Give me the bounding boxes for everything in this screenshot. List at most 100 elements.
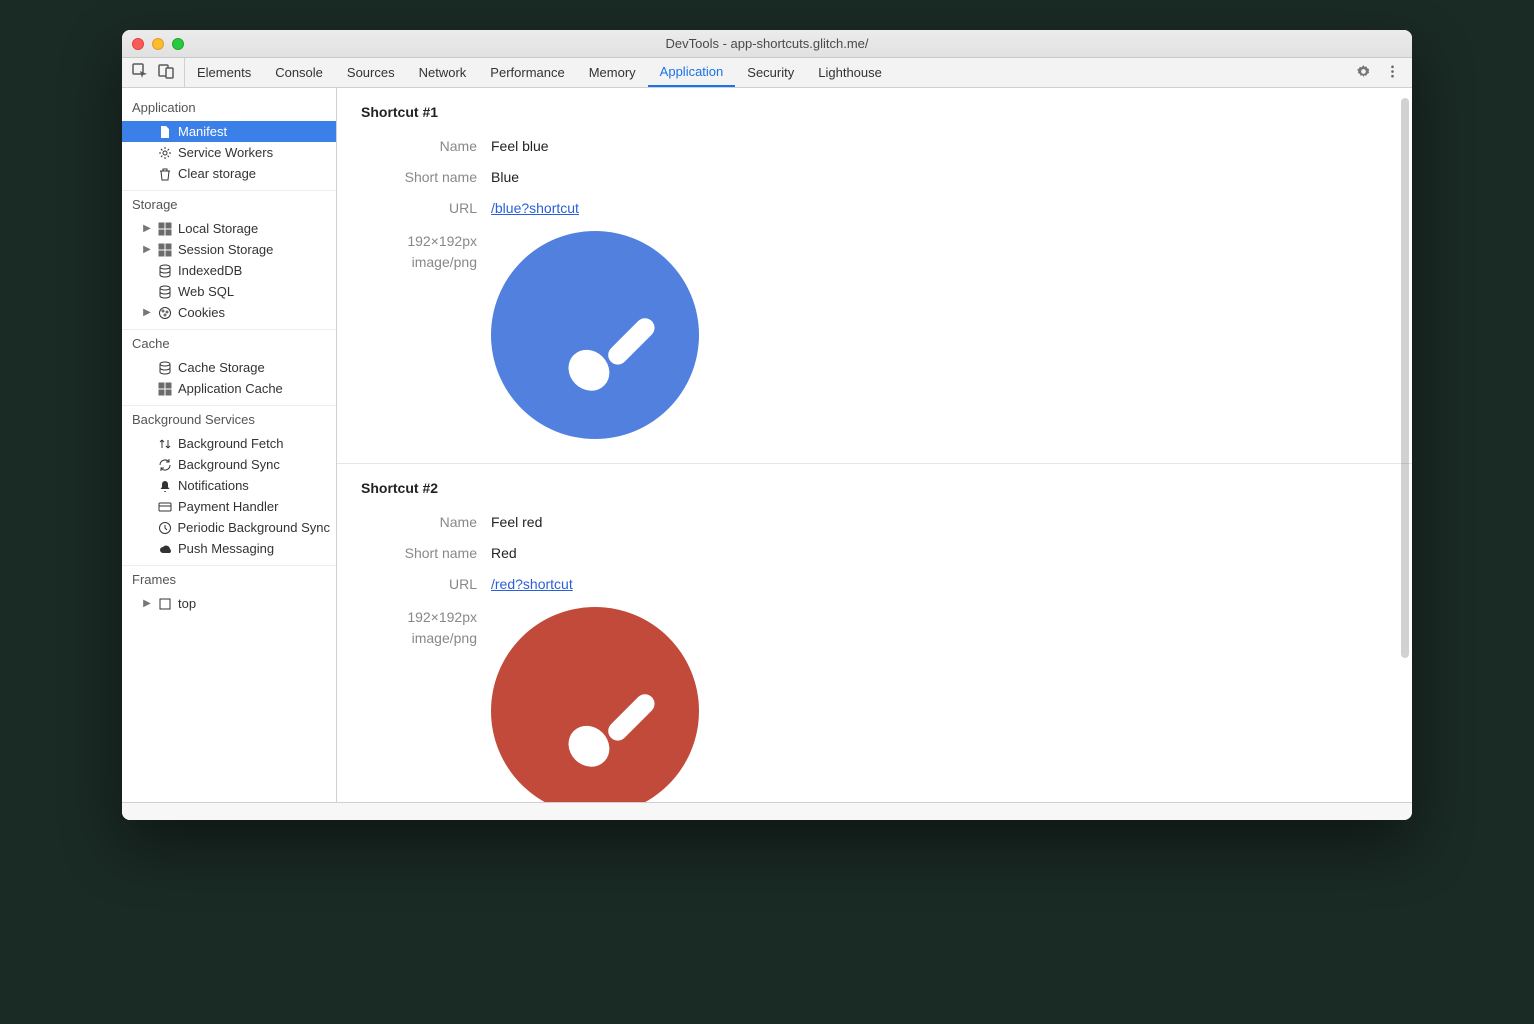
trash-icon [158,167,172,181]
sidebar-item-payment-handler[interactable]: Payment Handler [122,496,336,517]
sidebar-item-clear-storage[interactable]: Clear storage [122,163,336,184]
sidebar-item-label: Web SQL [178,284,234,299]
sidebar-item-session-storage[interactable]: ▶ Session Storage [122,239,336,260]
sidebar-item-top[interactable]: ▶ top [122,593,336,614]
sidebar-item-label: top [178,596,196,611]
icon-size: 192×192px [361,607,477,628]
status-bar [122,802,1412,820]
sidebar-group-application: Application [122,94,336,121]
expand-caret-icon[interactable]: ▶ [142,244,152,255]
sidebar-item-periodic-background-sync[interactable]: Periodic Background Sync [122,517,336,538]
main-toolbar: ElementsConsoleSourcesNetworkPerformance… [122,58,1412,88]
tab-network[interactable]: Network [407,58,479,87]
file-icon [158,125,172,139]
field-label: Name [361,514,491,530]
shortcut-icon-preview [491,231,699,439]
inspect-element-icon[interactable] [132,63,148,82]
sidebar-item-notifications[interactable]: Notifications [122,475,336,496]
tab-application[interactable]: Application [648,58,736,87]
sidebar-item-label: Session Storage [178,242,273,257]
close-window-button[interactable] [132,38,144,50]
expand-caret-icon[interactable]: ▶ [142,598,152,609]
sidebar-item-label: Local Storage [178,221,258,236]
sidebar-item-label: Clear storage [178,166,256,181]
tab-lighthouse[interactable]: Lighthouse [806,58,894,87]
icon-size: 192×192px [361,231,477,252]
sidebar-item-background-fetch[interactable]: Background Fetch [122,433,336,454]
cloud-icon [158,542,172,556]
more-menu-icon[interactable] [1385,64,1400,82]
sync-icon [158,458,172,472]
expand-caret-icon[interactable]: ▶ [142,307,152,318]
manifest-pane: Shortcut #1 NameFeel blue Short nameBlue… [337,88,1412,802]
device-toolbar-icon[interactable] [158,63,174,82]
shortcut-short-name: Red [491,545,517,561]
shortcut-icon-preview [491,607,699,802]
card-icon [158,500,172,514]
window-title: DevTools - app-shortcuts.glitch.me/ [122,36,1412,51]
sidebar-item-label: IndexedDB [178,263,242,278]
sidebar-item-label: Periodic Background Sync [178,520,330,535]
grid-icon [158,222,172,236]
db-icon [158,264,172,278]
tab-security[interactable]: Security [735,58,806,87]
expand-caret-icon[interactable]: ▶ [142,223,152,234]
sidebar-item-local-storage[interactable]: ▶ Local Storage [122,218,336,239]
field-label: URL [361,576,491,592]
field-label: URL [361,200,491,216]
shortcut-heading: Shortcut #1 [361,104,1388,120]
clock-icon [158,521,172,535]
application-sidebar: ApplicationManifestService Workers Clear … [122,88,337,802]
sidebar-item-label: Push Messaging [178,541,274,556]
settings-icon[interactable] [1356,64,1371,82]
sidebar-item-application-cache[interactable]: Application Cache [122,378,336,399]
sidebar-item-service-workers[interactable]: Service Workers [122,142,336,163]
minimize-window-button[interactable] [152,38,164,50]
grid-icon [158,382,172,396]
grid-icon [158,243,172,257]
db-icon [158,285,172,299]
shortcut-block-2: Shortcut #2 NameFeel red Short nameRed U… [337,464,1412,802]
shortcut-heading: Shortcut #2 [361,480,1388,496]
sidebar-item-label: Notifications [178,478,249,493]
sidebar-group-frames: Frames [122,565,336,593]
tab-performance[interactable]: Performance [478,58,576,87]
updown-icon [158,437,172,451]
frame-icon [158,597,172,611]
zoom-window-button[interactable] [172,38,184,50]
sidebar-item-label: Background Fetch [178,436,284,451]
bell-icon [158,479,172,493]
shortcut-url-link[interactable]: /red?shortcut [491,576,573,592]
sidebar-group-storage: Storage [122,190,336,218]
sidebar-item-manifest[interactable]: Manifest [122,121,336,142]
sidebar-item-cache-storage[interactable]: Cache Storage [122,357,336,378]
tab-sources[interactable]: Sources [335,58,407,87]
sidebar-item-label: Cache Storage [178,360,265,375]
gear-icon [158,146,172,160]
cookie-icon [158,306,172,320]
sidebar-item-cookies[interactable]: ▶Cookies [122,302,336,323]
sidebar-item-web-sql[interactable]: Web SQL [122,281,336,302]
db-icon [158,361,172,375]
shortcut-name: Feel red [491,514,542,530]
sidebar-group-background-services: Background Services [122,405,336,433]
panel-tabs: ElementsConsoleSourcesNetworkPerformance… [185,58,894,87]
shortcut-name: Feel blue [491,138,549,154]
shortcut-url-link[interactable]: /blue?shortcut [491,200,579,216]
shortcut-block-1: Shortcut #1 NameFeel blue Short nameBlue… [337,88,1412,464]
scrollbar[interactable] [1401,98,1409,658]
tab-memory[interactable]: Memory [577,58,648,87]
sidebar-item-background-sync[interactable]: Background Sync [122,454,336,475]
sidebar-item-label: Background Sync [178,457,280,472]
field-label: Name [361,138,491,154]
icon-mime: image/png [361,628,477,649]
sidebar-item-indexeddb[interactable]: IndexedDB [122,260,336,281]
tab-elements[interactable]: Elements [185,58,263,87]
tab-console[interactable]: Console [263,58,335,87]
icon-mime: image/png [361,252,477,273]
sidebar-item-push-messaging[interactable]: Push Messaging [122,538,336,559]
sidebar-item-label: Payment Handler [178,499,278,514]
titlebar: DevTools - app-shortcuts.glitch.me/ [122,30,1412,58]
field-label: Short name [361,545,491,561]
devtools-window: DevTools - app-shortcuts.glitch.me/ Elem… [122,30,1412,820]
